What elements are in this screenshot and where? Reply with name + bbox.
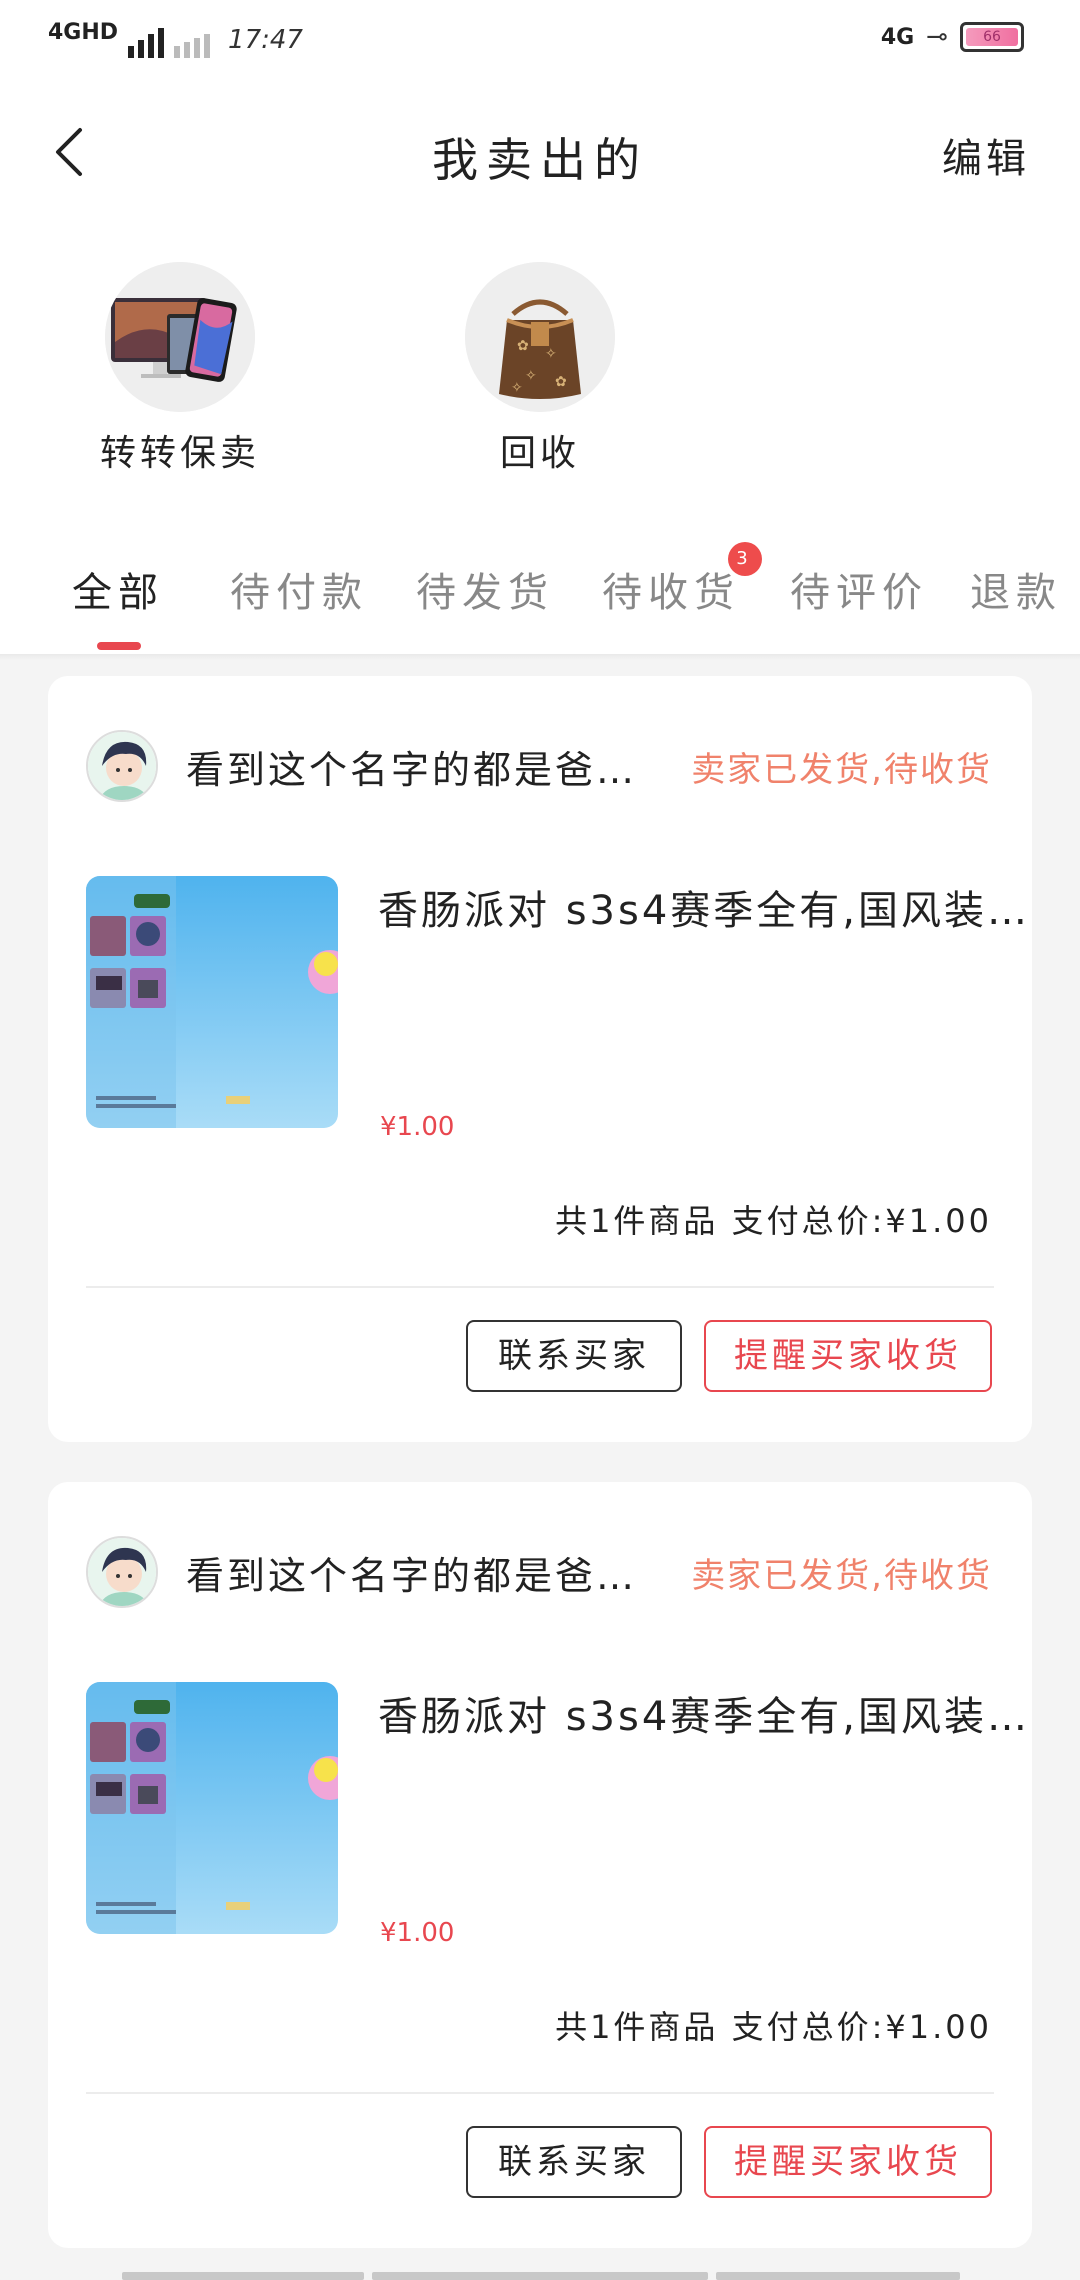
edit-button[interactable]: 编辑 — [942, 126, 1030, 184]
product-title[interactable]: 香肠派对 s3s4赛季全有,国风装… — [378, 878, 1030, 936]
svg-text:✧: ✧ — [525, 368, 537, 384]
battery-icon: 66 — [960, 22, 1024, 52]
remind-buyer-button[interactable]: 提醒买家收货 — [704, 1320, 992, 1392]
divider — [86, 1286, 994, 1288]
svg-text:✧: ✧ — [545, 346, 557, 362]
product-price: ¥1.00 — [380, 1918, 455, 1948]
tab-pending-payment[interactable]: 待付款 — [230, 560, 368, 618]
category-recycle[interactable]: ✿ ✧ ✧ ✿ ✧ 回收 — [440, 262, 640, 476]
notification-badge: 3 — [728, 542, 762, 576]
product-title[interactable]: 香肠派对 s3s4赛季全有,国风装… — [378, 1684, 1030, 1742]
category-baomai[interactable]: 转转保卖 — [80, 262, 280, 476]
order-card[interactable]: 看到这个名字的都是爸… 卖家已发货,待收货 香肠派对 s3s4赛季全有,国风装…… — [48, 676, 1032, 1442]
page-title: 我卖出的 — [432, 133, 648, 187]
category-shortcuts: 转转保卖 ✿ ✧ ✧ ✿ ✧ 回收 — [0, 262, 1080, 474]
electronics-devices-icon — [105, 262, 255, 412]
svg-text:✧: ✧ — [511, 380, 523, 396]
tab-label: 全部 — [72, 570, 164, 616]
order-tabs: 全部 待付款 待发货 待收货 3 待评价 退款 — [0, 542, 1080, 660]
category-label: 回收 — [499, 433, 580, 474]
product-thumbnail[interactable] — [86, 876, 338, 1128]
tab-label: 待付款 — [230, 570, 368, 616]
status-right: 4G ⊸ 66 — [881, 22, 1024, 52]
order-summary: 共1件商品 支付总价:¥1.00 — [555, 1202, 992, 1240]
category-label: 转转保卖 — [99, 433, 260, 474]
tab-pending-review[interactable]: 待评价 — [790, 560, 928, 618]
network-type-right: 4G — [880, 24, 915, 50]
clock: 17:47 — [228, 25, 303, 55]
tab-label: 退款 — [970, 570, 1062, 616]
remind-buyer-button[interactable]: 提醒买家收货 — [704, 2126, 992, 2198]
tab-label: 待收货 — [602, 570, 740, 616]
signal-bars-icon — [128, 22, 165, 58]
divider — [86, 2092, 994, 2094]
order-card[interactable]: 看到这个名字的都是爸… 卖家已发货,待收货 香肠派对 s3s4赛季全有,国风装…… — [48, 1482, 1032, 2248]
tab-label: 待评价 — [790, 570, 928, 616]
order-summary: 共1件商品 支付总价:¥1.00 — [555, 2008, 992, 2046]
charging-icon: ⊸ — [926, 22, 948, 52]
tab-label: 待发货 — [416, 570, 554, 616]
header-area: 4GHD 17:47 4G ⊸ 66 我卖出的 编辑 转转保卖 ✿ ✧ ✧ ✿ … — [0, 0, 1080, 660]
status-badge: 卖家已发货,待收货 — [691, 750, 992, 790]
contact-buyer-button[interactable]: 联系买家 — [466, 2126, 682, 2198]
avatar — [86, 1536, 158, 1608]
status-badge: 卖家已发货,待收货 — [691, 1556, 992, 1596]
tab-all[interactable]: 全部 — [72, 560, 164, 618]
navigation-bar: 我卖出的 编辑 — [0, 100, 1080, 204]
network-type: 4GHD — [48, 20, 119, 45]
seller-info[interactable]: 看到这个名字的都是爸… — [86, 730, 637, 802]
avatar — [86, 730, 158, 802]
tab-refund[interactable]: 退款 — [970, 560, 1062, 618]
product-thumbnail[interactable] — [86, 1682, 338, 1934]
handbag-icon: ✿ ✧ ✧ ✿ ✧ — [465, 262, 615, 412]
seller-info[interactable]: 看到这个名字的都是爸… — [86, 1536, 637, 1608]
tab-pending-receipt[interactable]: 待收货 3 — [602, 542, 762, 618]
battery-level: 66 — [966, 28, 1018, 46]
tab-pending-shipment[interactable]: 待发货 — [416, 560, 554, 618]
svg-text:✿: ✿ — [555, 374, 567, 390]
product-price: ¥1.00 — [380, 1112, 455, 1142]
contact-buyer-button[interactable]: 联系买家 — [466, 1320, 682, 1392]
signal-bars-secondary-icon — [174, 22, 211, 58]
status-left: 4GHD 17:47 — [48, 22, 303, 58]
seller-name: 看到这个名字的都是爸… — [186, 747, 638, 792]
active-tab-indicator — [97, 642, 141, 650]
seller-name: 看到这个名字的都是爸… — [186, 1553, 638, 1598]
svg-text:✿: ✿ — [517, 338, 529, 354]
next-card-edge — [0, 2266, 1080, 2280]
sold-orders-page: 4GHD 17:47 4G ⊸ 66 我卖出的 编辑 转转保卖 ✿ ✧ ✧ ✿ … — [0, 0, 1080, 2280]
status-bar: 4GHD 17:47 4G ⊸ 66 — [0, 0, 1080, 80]
tabs-divider — [0, 654, 1080, 660]
